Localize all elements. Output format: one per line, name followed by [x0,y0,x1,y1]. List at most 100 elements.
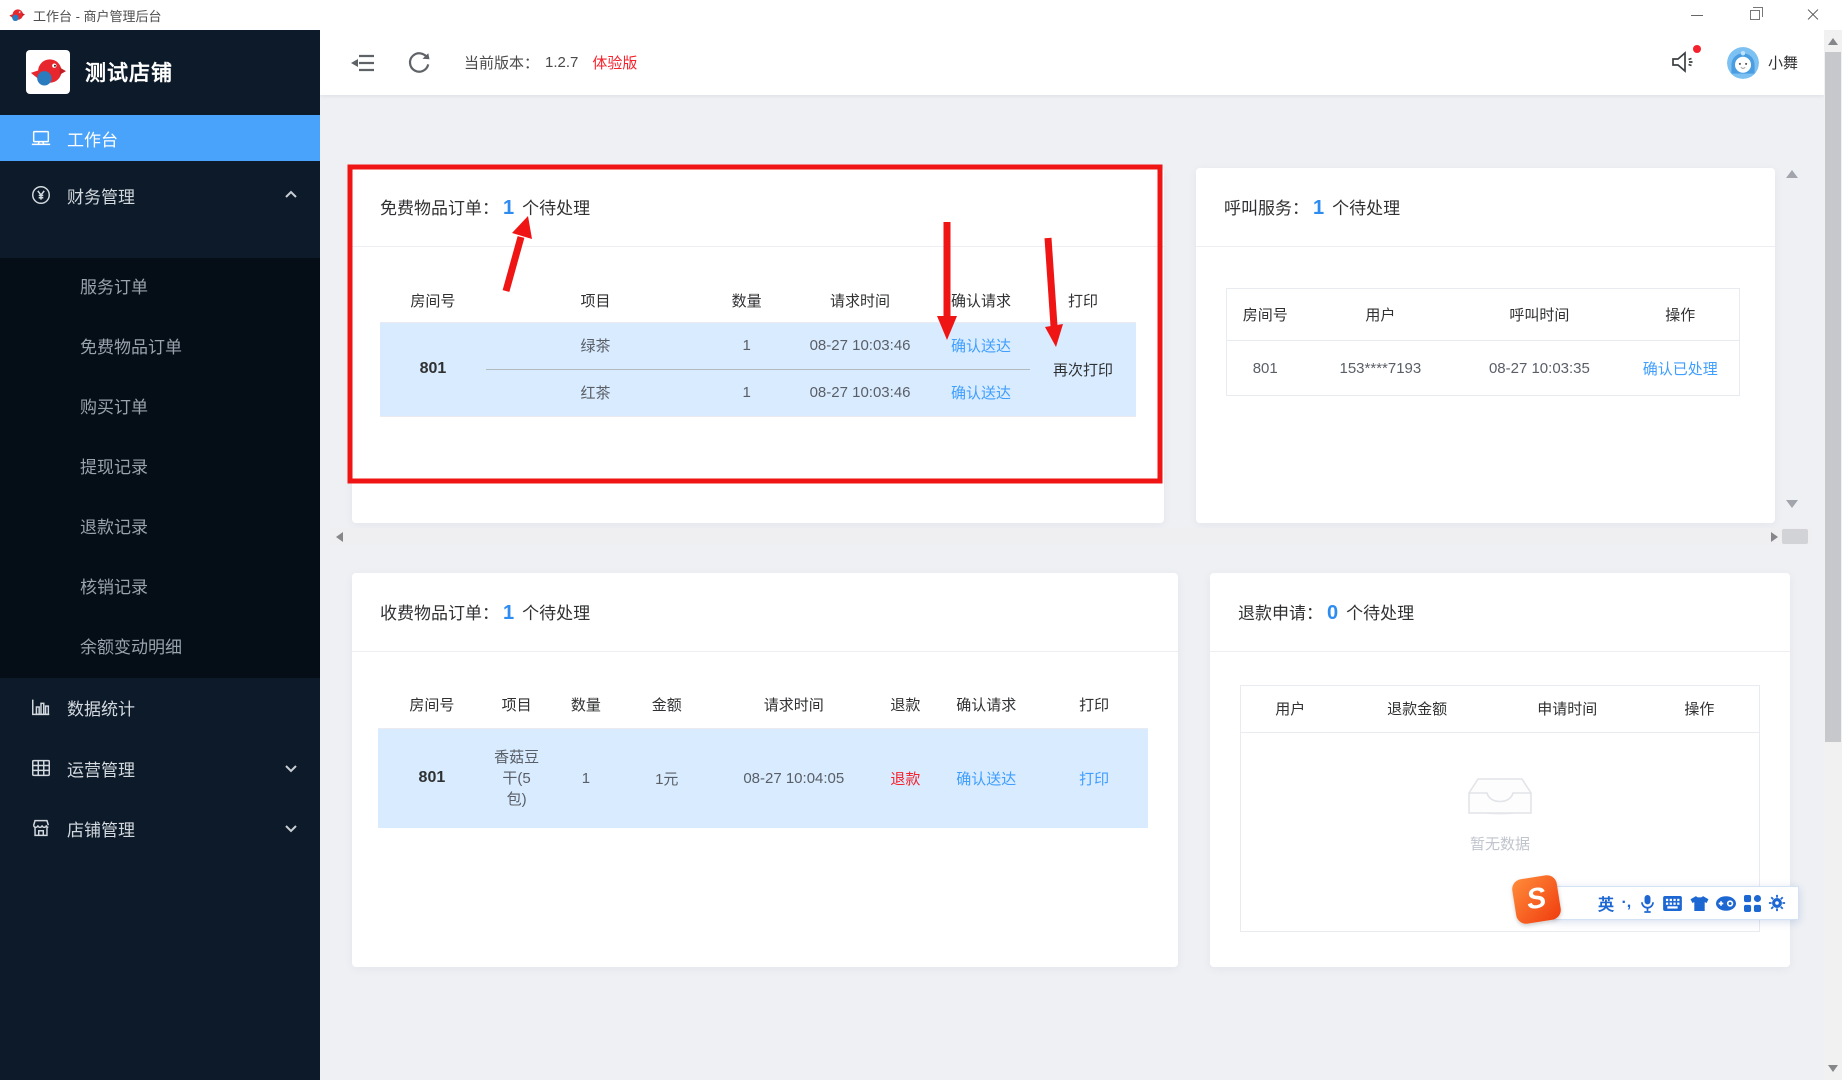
ime-punctuation-icon[interactable]: ·, [1621,894,1631,912]
confirm-delivery-link[interactable]: 确认送达 [951,338,1011,355]
sidebar-item-label: 店铺管理 [67,820,135,840]
sidebar-item-label: 工作台 [67,130,118,150]
finance-icon [32,186,50,204]
close-button[interactable] [1784,0,1842,30]
ime-voice-input-icon[interactable] [1639,894,1656,913]
version-label: 当前版本： [464,55,540,72]
col-action: 操作 [1621,288,1740,341]
minimize-button[interactable] [1668,0,1726,30]
submenu-label: 提现记录 [80,458,148,477]
horizontal-scrollbar[interactable] [330,528,1812,545]
version-info: 当前版本： 1.2.7 体验版 [464,52,637,73]
sidebar-item-label: 财务管理 [67,187,135,207]
ime-keyboard-icon[interactable] [1663,895,1683,911]
pane-scroll-down-arrow[interactable] [1786,500,1798,508]
vertical-scroll-thumb[interactable] [1825,52,1841,742]
sidebar-item-refund-records[interactable]: 退款记录 [80,498,320,558]
ime-toolbar: 英 ·, [1553,886,1799,920]
paid-orders-title: 收费物品订单： 1 个待处理 [380,599,590,625]
table-header-row: 房间号 项目 数量 请求时间 确认请求 打印 [380,280,1136,323]
sidebar-item-balance-details[interactable]: 余额变动明细 [80,618,320,678]
scroll-up-arrow[interactable] [1828,38,1838,45]
refresh-icon [408,51,430,73]
item-qty: 1 [547,728,625,828]
request-time: 08-27 10:04:05 [709,728,879,828]
scroll-left-arrow[interactable] [336,532,343,542]
chevron-down-icon [285,825,297,833]
sidebar-item-shop-management[interactable]: 店铺管理 [0,802,320,854]
col-item: 项目 [485,682,548,729]
col-refund-amount: 退款金额 [1339,686,1495,733]
item-qty: 1 [705,322,789,370]
store-name: 测试店铺 [85,62,173,85]
ime-language-mode[interactable]: 英 [1598,891,1614,915]
ime-game-pad-icon[interactable] [1716,895,1737,911]
table-row: 801 绿茶 1 08-27 10:03:46 确认送达 再次打印 [380,322,1136,416]
card-title-text: 收费物品订单： [380,604,499,623]
close-icon [1807,9,1819,21]
scroll-right-arrow[interactable] [1771,532,1778,542]
pane-scroll-up-arrow[interactable] [1786,170,1798,178]
room-number: 801 [378,728,486,828]
bird-logo-icon [30,59,66,86]
username[interactable]: 小舞 [1768,52,1798,73]
workbench-icon [31,130,51,146]
table-row: 801 153****7193 08-27 10:03:35 确认已处理 [1227,341,1740,396]
announcement-button[interactable] [1669,44,1701,78]
refund-requests-title: 退款申请： 0 个待处理 [1238,599,1414,625]
confirm-handled-link[interactable]: 确认已处理 [1643,361,1718,378]
confirm-delivery-link[interactable]: 确认送达 [956,771,1016,788]
bar-chart-icon [32,699,50,716]
card-divider [1196,246,1775,247]
horizontal-scroll-thumb[interactable] [1782,529,1808,544]
collapse-sidebar-button[interactable] [348,48,378,78]
sidebar-item-writeoff-records[interactable]: 核销记录 [80,558,320,618]
table-header-row: 房间号 用户 呼叫时间 操作 [1226,288,1740,341]
item-name: 香菇豆干(5包) [485,728,548,828]
confirm-delivery-link[interactable]: 确认送达 [951,385,1011,402]
ime-toolbox-icon[interactable] [1743,894,1761,912]
refund-link[interactable]: 退款 [890,771,920,788]
sidebar-item-service-orders[interactable]: 服务订单 [80,258,320,318]
room-number: 801 [1252,359,1278,377]
scroll-down-arrow[interactable] [1828,1065,1838,1072]
empty-text: 暂无数据 [1469,836,1530,853]
version-number: 1.2.7 [545,54,579,71]
ime-extension-icon[interactable] [1768,894,1786,912]
sidebar-item-operations[interactable]: 运营管理 [0,742,320,794]
window-title: 工作台 - 商户管理后台 [33,8,162,24]
empty-box-icon [1468,778,1532,815]
maximize-button[interactable] [1726,0,1784,30]
sidebar-item-free-item-orders[interactable]: 免费物品订单 [80,318,320,378]
pending-count: 0 [1327,602,1339,624]
submenu-label: 余额变动明细 [80,638,182,657]
paid-orders-card: 收费物品订单： 1 个待处理 房间号 项目 数量 金额 请求时间 退款 确认请求… [352,573,1178,967]
sidebar-item-withdraw-records[interactable]: 提现记录 [80,438,320,498]
col-user: 用户 [1303,288,1458,341]
refresh-button[interactable] [404,48,434,78]
sidebar-item-statistics[interactable]: 数据统计 [0,682,320,732]
col-confirm: 确认请求 [932,682,1041,729]
vertical-scrollbar[interactable] [1824,30,1842,1080]
sidebar-item-finance[interactable]: 财务管理 [0,170,320,220]
sidebar-item-purchase-orders[interactable]: 购买订单 [80,378,320,438]
print-link[interactable]: 打印 [1079,771,1109,788]
sogou-logo-icon[interactable]: S [1510,873,1563,926]
col-room: 房间号 [1226,288,1304,341]
sidebar-item-workbench[interactable]: 工作台 [0,115,320,161]
table-header-row: 房间号 项目 数量 金额 请求时间 退款 确认请求 打印 [378,682,1148,729]
ime-skin-icon[interactable] [1690,895,1709,912]
sidebar-item-label: 数据统计 [67,699,135,719]
col-qty: 数量 [705,280,789,323]
trial-badge: 体验版 [592,55,638,72]
pending-count: 1 [503,197,515,219]
chevron-down-icon [285,765,297,773]
grid-icon [32,759,50,777]
request-time: 08-27 10:03:46 [788,322,932,370]
reprint-link[interactable]: 再次打印 [1030,322,1136,416]
free-orders-card: 免费物品订单： 1 个待处理 房间号 项目 数量 请求时间 确认请求 打印 80… [352,168,1164,523]
card-title-suffix: 个待处理 [1332,199,1401,218]
user-avatar[interactable] [1726,46,1759,79]
pending-count: 1 [503,602,515,624]
card-title-text: 免费物品订单： [380,199,499,218]
